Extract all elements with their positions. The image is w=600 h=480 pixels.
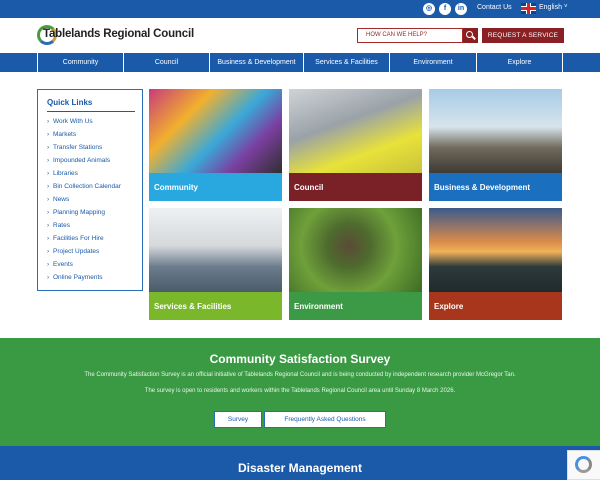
tile-business-development[interactable]: Business & Development — [429, 89, 562, 201]
tile-bar: Council — [289, 173, 422, 201]
tile-label: Community — [154, 183, 198, 192]
instagram-icon[interactable]: ◎ — [423, 3, 435, 15]
survey-title: Community Satisfaction Survey — [209, 352, 391, 366]
quick-link[interactable]: › Transfer Stations — [47, 144, 102, 151]
quick-link[interactable]: › Project Updates — [47, 248, 99, 255]
tile-council[interactable]: Council — [289, 89, 422, 201]
tile-label: Services & Facilities — [154, 302, 232, 311]
tile-bar: Business & Development — [429, 173, 562, 201]
tile-label: Council — [294, 183, 324, 192]
search-button[interactable] — [463, 28, 478, 43]
disaster-title: Disaster Management — [237, 461, 363, 475]
divider — [47, 111, 135, 112]
site-header: Tablelands Regional Council HOW CAN WE H… — [0, 18, 600, 53]
contact-us-link[interactable]: Contact Us — [477, 4, 512, 11]
survey-button[interactable]: Survey — [214, 411, 262, 428]
uk-flag-icon[interactable] — [521, 3, 536, 14]
tile-community[interactable]: Community — [149, 89, 282, 201]
business-photo — [429, 89, 562, 173]
quick-links-title: Quick Links — [47, 98, 93, 107]
services-photo — [149, 208, 282, 292]
top-bar: ◎ f in Contact Us English ˅ — [0, 0, 600, 18]
recaptcha-icon — [575, 456, 592, 473]
community-photo — [149, 89, 282, 173]
tile-label: Environment — [294, 302, 343, 311]
recaptcha-badge[interactable] — [567, 450, 600, 480]
facebook-icon[interactable]: f — [439, 3, 451, 15]
quick-link[interactable]: › Work With Us — [47, 118, 93, 125]
quick-link[interactable]: › Planning Mapping — [47, 209, 105, 216]
nav-item-environment[interactable]: Environment — [389, 53, 476, 72]
environment-photo — [289, 208, 422, 292]
quick-link[interactable]: › Online Payments — [47, 274, 103, 281]
tile-bar: Explore — [429, 292, 562, 320]
tile-bar: Community — [149, 173, 282, 201]
quick-link[interactable]: › Events — [47, 261, 73, 268]
tile-label: Business & Development — [434, 183, 531, 192]
tile-services-facilities[interactable]: Services & Facilities — [149, 208, 282, 320]
nav-item-business-development[interactable]: Business & Development — [209, 53, 303, 72]
survey-description: The Community Satisfaction Survey is an … — [84, 372, 516, 378]
chevron-down-icon: ˅ — [564, 4, 568, 10]
quick-link[interactable]: › Bin Collection Calendar — [47, 183, 121, 190]
quick-links-panel: Quick Links › Work With Us › Markets › Tran… — [37, 89, 143, 291]
request-service-button[interactable]: REQUEST A SERVICE — [482, 28, 564, 43]
quick-link[interactable]: › Libraries — [47, 170, 78, 177]
survey-dates: The survey is open to residents and work… — [144, 388, 456, 394]
nav-item-explore[interactable]: Explore — [476, 53, 563, 72]
quick-link[interactable]: › Impounded Animals — [47, 157, 110, 164]
survey-section: Community Satisfaction Survey The Commun… — [0, 338, 600, 446]
quick-link[interactable]: › News — [47, 196, 69, 203]
search-input[interactable]: HOW CAN WE HELP? — [357, 28, 463, 43]
disaster-section: Disaster Management — [0, 446, 600, 480]
quick-link[interactable]: › Markets — [47, 131, 76, 138]
faq-button[interactable]: Frequently Asked Questions — [264, 411, 386, 428]
tile-bar: Services & Facilities — [149, 292, 282, 320]
explore-photo — [429, 208, 562, 292]
tile-label: Explore — [434, 302, 464, 311]
quick-link[interactable]: › Rates — [47, 222, 70, 229]
council-photo — [289, 89, 422, 173]
nav-item-council[interactable]: Council — [123, 53, 209, 72]
main-nav: Community Council Business & Development… — [0, 53, 600, 72]
quick-link[interactable]: › Facilities For Hire — [47, 235, 104, 242]
nav-item-community[interactable]: Community — [37, 53, 123, 72]
tile-explore[interactable]: Explore — [429, 208, 562, 320]
tile-environment[interactable]: Environment — [289, 208, 422, 320]
nav-item-services-facilities[interactable]: Services & Facilities — [303, 53, 389, 72]
site-logo-text[interactable]: Tablelands Regional Council — [43, 28, 194, 40]
tile-bar: Environment — [289, 292, 422, 320]
linkedin-icon[interactable]: in — [455, 3, 467, 15]
language-selector[interactable]: English — [539, 4, 562, 11]
